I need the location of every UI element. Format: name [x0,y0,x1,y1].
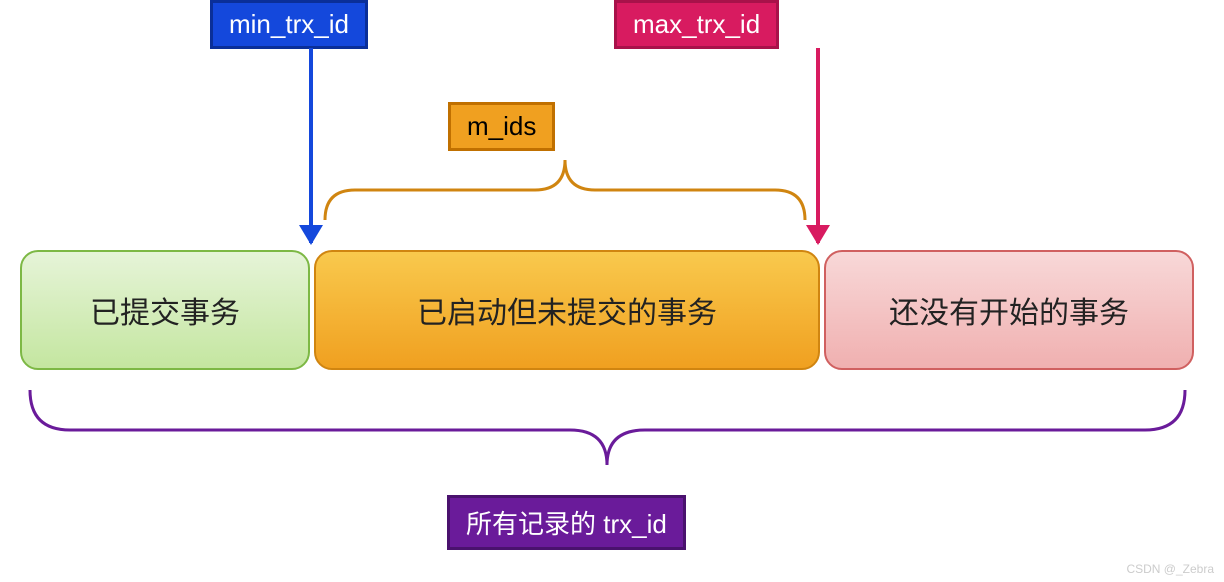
m-ids-label: m_ids [448,102,555,151]
top-brace-icon [320,155,810,225]
watermark-text: CSDN @_Zebra [1126,562,1214,576]
transaction-boxes: 已提交事务 已启动但未提交的事务 还没有开始的事务 [20,250,1194,370]
committed-text: 已提交事务 [90,288,240,332]
min-trx-arrow [309,48,313,243]
active-text: 已启动但未提交的事务 [417,288,717,332]
committed-box: 已提交事务 [20,250,310,370]
arrow-head-icon [806,225,830,245]
max-trx-label: max_trx_id [614,0,779,49]
arrow-head-icon [299,225,323,245]
all-trx-label: 所有记录的 trx_id [447,495,686,550]
bottom-brace-icon [20,380,1195,470]
not-started-box: 还没有开始的事务 [824,250,1194,370]
max-trx-arrow [816,48,820,243]
not-started-text: 还没有开始的事务 [889,288,1129,332]
min-trx-label: min_trx_id [210,0,368,49]
active-box: 已启动但未提交的事务 [314,250,820,370]
